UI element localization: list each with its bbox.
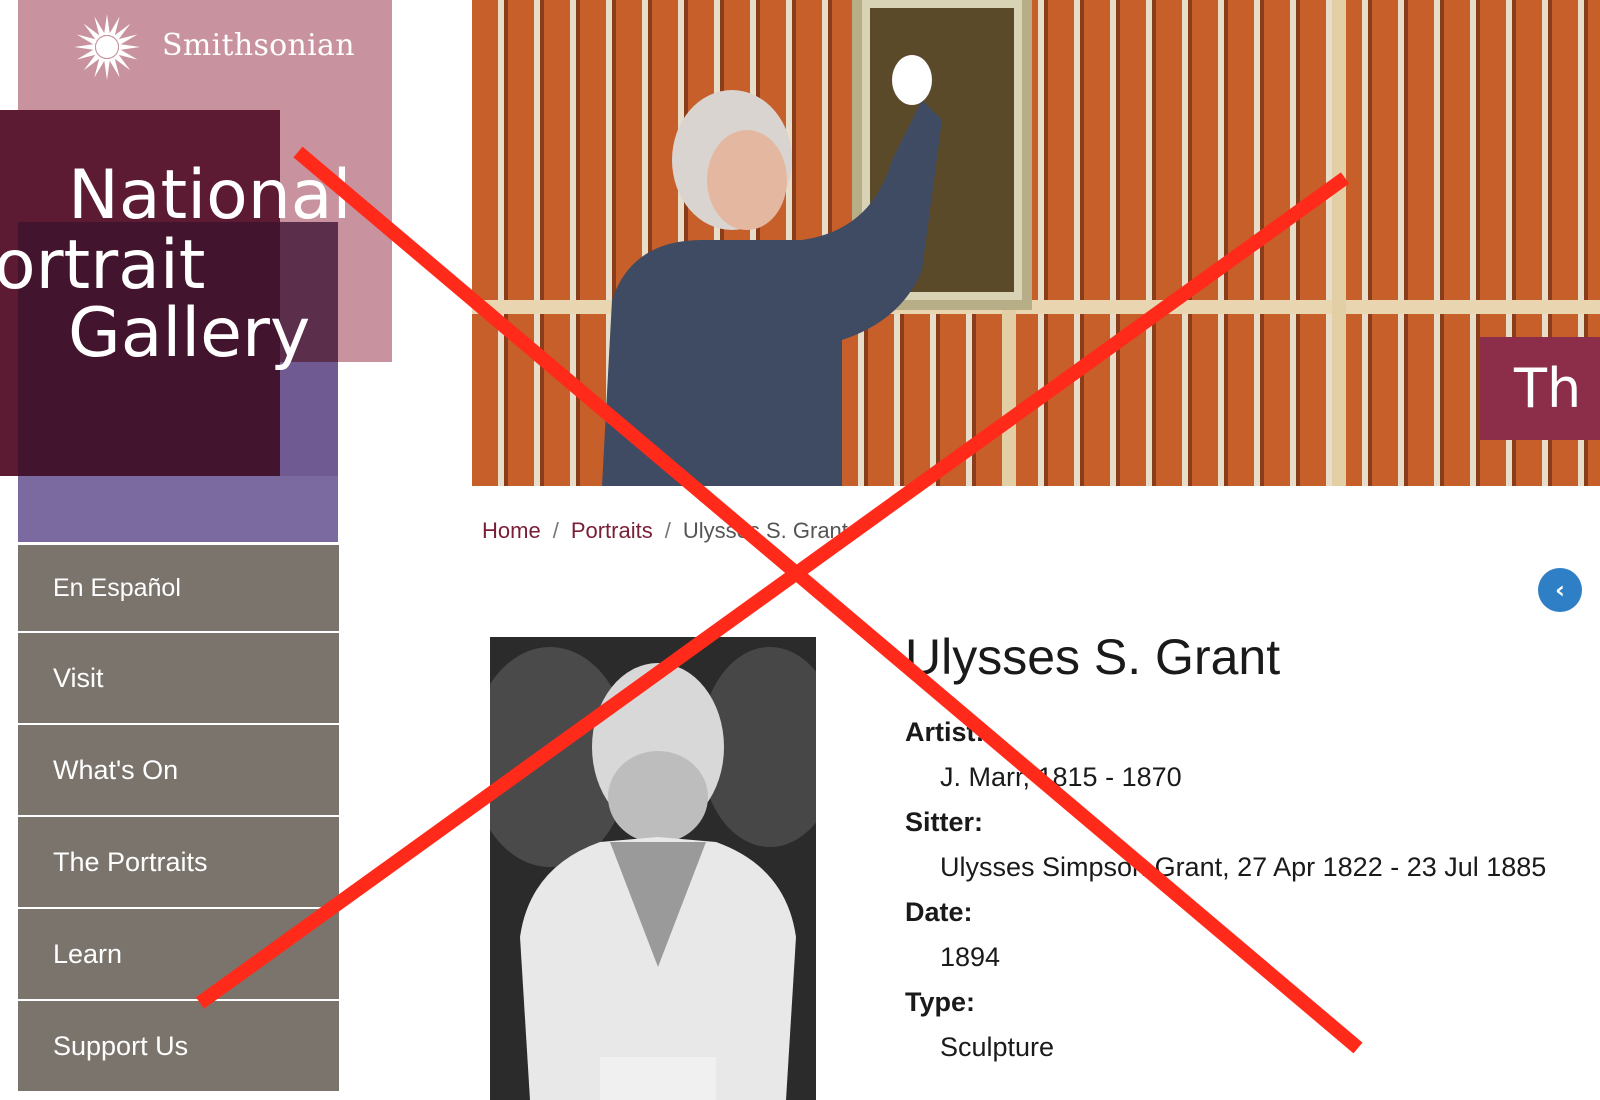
logo-strip-lower: [280, 362, 338, 476]
nav-item-visit[interactable]: Visit: [18, 631, 339, 723]
breadcrumb-current: Ulysses S. Grant: [682, 518, 848, 543]
nav-item-learn[interactable]: Learn: [18, 907, 339, 999]
object-title: Ulysses S. Grant: [905, 629, 1281, 685]
hero-banner: Th: [472, 0, 1600, 486]
nav-item-the-portraits[interactable]: The Portraits: [18, 815, 339, 907]
nav-item-support-us[interactable]: Support Us: [18, 999, 339, 1091]
previous-object-button[interactable]: ‹: [1538, 568, 1582, 612]
smithsonian-sun-icon: [74, 14, 140, 80]
hero-badge[interactable]: Th: [1480, 337, 1600, 440]
bust-sculpture-image: [490, 637, 816, 1100]
artist-value[interactable]: J. Marr, 1815 - 1870: [905, 755, 1546, 800]
sitter-label: Sitter:: [905, 807, 984, 837]
nav-item-whats-on[interactable]: What's On: [18, 723, 339, 815]
logo-line-national: National: [68, 156, 352, 235]
main-nav: En Español Visit What's On The Portraits…: [18, 543, 339, 1091]
hero-rack-post: [1332, 0, 1346, 486]
breadcrumb: Home / Portraits / Ulysses S. Grant: [482, 518, 848, 544]
sitter-value[interactable]: Ulysses Simpson Grant, 27 Apr 1822 - 23 …: [905, 845, 1546, 890]
breadcrumb-separator: /: [552, 518, 559, 543]
artist-label: Artist:: [905, 717, 985, 747]
breadcrumb-separator: /: [664, 518, 671, 543]
logo-line-gallery: Gallery: [68, 294, 311, 373]
nav-item-en-espanol[interactable]: En Español: [18, 543, 339, 631]
type-label: Type:: [905, 987, 976, 1017]
object-image[interactable]: [490, 637, 816, 1100]
logo-line-portrait: ortrait: [0, 226, 206, 305]
chevron-left-icon: ‹: [1555, 576, 1565, 604]
type-value: Sculpture: [940, 1032, 1055, 1062]
smithsonian-wordmark[interactable]: Smithsonian: [162, 28, 355, 63]
date-label: Date:: [905, 897, 973, 927]
date-value: 1894: [940, 942, 1001, 972]
breadcrumb-home[interactable]: Home: [482, 518, 541, 543]
object-details: Artist: J. Marr, 1815 - 1870 Sitter: Uly…: [905, 710, 1546, 1070]
hero-curator-figure: [602, 55, 942, 486]
breadcrumb-portraits[interactable]: Portraits: [571, 518, 653, 543]
